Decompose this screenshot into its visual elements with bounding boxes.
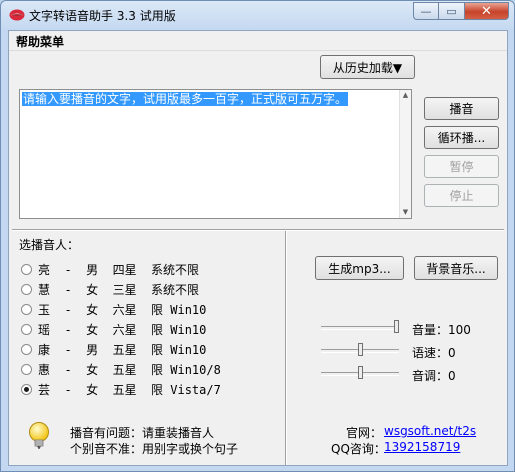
speaker-option[interactable]: 芸 - 女 五星 限 Vista/7: [21, 381, 221, 397]
app-window: 文字转语音助手 3.3 试用版 — ▭ ✕ 帮助菜单 从历史加载▼ 请输入要播音…: [0, 0, 515, 472]
text-input[interactable]: 请输入要播音的文字，试用版最多一百字，正式版可五万字。 ▲ ▼: [19, 89, 412, 219]
lightbulb-icon: [29, 422, 49, 449]
speaker-option-label: 亮 - 男 四星 系统不限: [38, 262, 200, 277]
pitch-label: 音调：0: [412, 369, 456, 383]
maximize-button[interactable]: ▭: [439, 2, 465, 20]
load-history-button[interactable]: 从历史加载▼: [320, 55, 415, 79]
volume-label: 音量：100: [412, 323, 471, 337]
lips-icon: [9, 9, 25, 21]
speaker-label: 选播音人：: [19, 238, 80, 252]
speed-slider-thumb[interactable]: [358, 343, 363, 356]
speaker-radio[interactable]: [21, 383, 32, 395]
menu-help[interactable]: 帮助菜单: [16, 33, 64, 50]
speaker-radio[interactable]: [21, 363, 32, 375]
scroll-up-icon[interactable]: ▲: [401, 91, 410, 100]
speaker-option-label: 瑶 - 女 六星 限 Win10: [38, 322, 207, 337]
text-input-value: 请输入要播音的文字，试用版最多一百字，正式版可五万字。: [22, 92, 349, 106]
speed-slider[interactable]: [321, 343, 401, 357]
speaker-radio[interactable]: [21, 303, 32, 315]
scroll-down-icon[interactable]: ▼: [401, 208, 410, 217]
text-scrollbar[interactable]: ▲ ▼: [399, 90, 411, 218]
speaker-option[interactable]: 惠 - 女 五星 限 Win10/8: [21, 361, 221, 377]
pitch-value: 0: [448, 369, 456, 383]
speaker-option-label: 玉 - 女 六星 限 Win10: [38, 302, 207, 317]
speed-label: 语速：0: [412, 346, 456, 360]
speaker-option-label: 芸 - 女 五星 限 Vista/7: [38, 382, 221, 397]
pause-button[interactable]: 暂停: [424, 155, 499, 178]
speaker-option[interactable]: 慧 - 女 三星 系统不限: [21, 281, 199, 297]
speaker-radio[interactable]: [21, 263, 32, 275]
speaker-option[interactable]: 玉 - 女 六星 限 Win10: [21, 301, 206, 317]
qq-label: QQ咨询：: [331, 442, 386, 456]
minimize-icon: —: [420, 4, 432, 18]
maximize-icon: ▭: [446, 4, 457, 18]
volume-slider-thumb[interactable]: [394, 320, 399, 333]
pitch-slider-thumb[interactable]: [358, 366, 363, 379]
menu-bar: 帮助菜单: [9, 31, 507, 51]
speaker-option[interactable]: 康 - 男 五星 限 Win10: [21, 341, 206, 357]
client-area: 帮助菜单 从历史加载▼ 请输入要播音的文字，试用版最多一百字，正式版可五万字。 …: [8, 30, 508, 466]
speaker-option[interactable]: 亮 - 男 四星 系统不限: [21, 261, 199, 277]
background-music-button[interactable]: 背景音乐...: [414, 256, 498, 280]
window-title: 文字转语音助手 3.3 试用版: [29, 9, 176, 23]
horizontal-divider: [12, 229, 504, 231]
volume-slider[interactable]: [321, 320, 401, 334]
speaker-option[interactable]: 瑶 - 女 六星 限 Win10: [21, 321, 206, 337]
speaker-option-label: 慧 - 女 三星 系统不限: [38, 282, 200, 297]
tip-line-1: 播音有问题：请重装播音人: [70, 426, 215, 440]
website-link[interactable]: wsgsoft.net/t2s: [384, 424, 476, 438]
speaker-radio[interactable]: [21, 323, 32, 335]
title-bar[interactable]: 文字转语音助手 3.3 试用版 — ▭ ✕: [1, 1, 514, 29]
stop-button[interactable]: 停止: [424, 184, 499, 207]
volume-value: 100: [448, 323, 471, 337]
close-button[interactable]: ✕: [465, 2, 509, 20]
pitch-slider[interactable]: [321, 366, 401, 380]
speaker-option-label: 惠 - 女 五星 限 Win10/8: [38, 362, 221, 377]
speaker-option-label: 康 - 男 五星 限 Win10: [38, 342, 207, 357]
vertical-divider: [285, 231, 287, 465]
qq-link[interactable]: 1392158719: [384, 440, 460, 454]
play-button[interactable]: 播音: [424, 97, 499, 120]
close-icon: ✕: [481, 3, 492, 19]
speed-value: 0: [448, 346, 456, 360]
website-label: 官网：: [346, 426, 383, 440]
speaker-radio[interactable]: [21, 283, 32, 295]
minimize-button[interactable]: —: [413, 2, 439, 20]
loop-play-button[interactable]: 循环播...: [424, 126, 499, 149]
generate-mp3-button[interactable]: 生成mp3...: [315, 256, 404, 280]
tip-line-2: 个别音不准：用别字或换个句子: [70, 442, 239, 456]
speaker-radio[interactable]: [21, 343, 32, 355]
